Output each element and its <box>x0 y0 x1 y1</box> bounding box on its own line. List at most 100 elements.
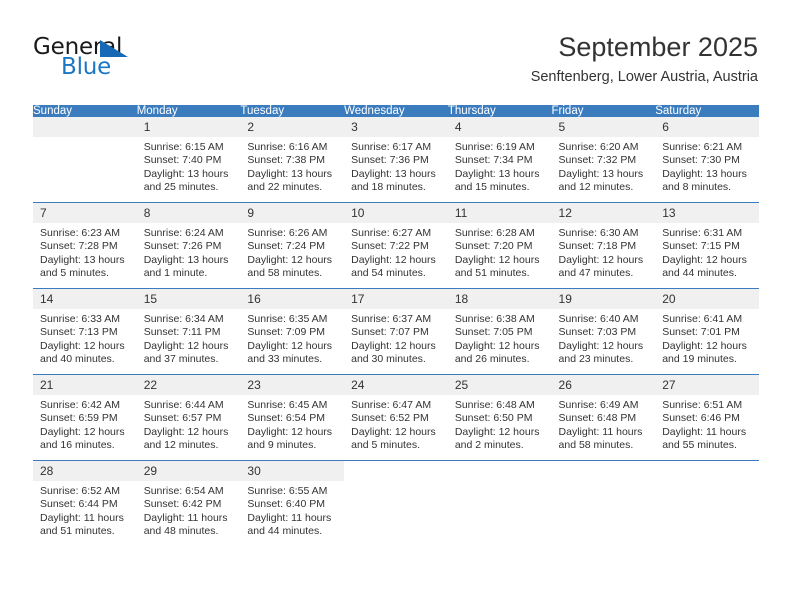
day-cell[interactable]: 16 Sunrise: 6:35 AM Sunset: 7:09 PM Dayl… <box>240 288 345 375</box>
day-cell[interactable]: 3 Sunrise: 6:17 AM Sunset: 7:36 PM Dayli… <box>344 117 448 203</box>
day-cell[interactable]: 2 Sunrise: 6:16 AM Sunset: 7:38 PM Dayli… <box>240 117 345 203</box>
daylight-text-line2: and 12 minutes. <box>558 181 634 194</box>
calendar-week-row: 14 Sunrise: 6:33 AM Sunset: 7:13 PM Dayl… <box>33 288 759 375</box>
day-number: 17 <box>344 289 448 309</box>
sunrise-text: Sunrise: 6:44 AM <box>143 399 224 411</box>
day-cell[interactable]: 4 Sunrise: 6:19 AM Sunset: 7:34 PM Dayli… <box>447 117 552 203</box>
daylight-text-line1: Daylight: 12 hours <box>454 253 540 266</box>
sunrise-text: Sunrise: 6:28 AM <box>454 227 535 239</box>
daylight-text-line1: Daylight: 12 hours <box>143 425 229 438</box>
sunrise-text: Sunrise: 6:33 AM <box>40 313 120 325</box>
sunset-text: Sunset: 6:48 PM <box>558 412 637 425</box>
weekday-header-monday: Monday <box>136 105 241 117</box>
daylight-text-line1: Daylight: 12 hours <box>40 339 125 352</box>
sunset-text: Sunset: 7:38 PM <box>247 154 326 167</box>
sunset-text: Sunset: 7:30 PM <box>662 154 740 167</box>
daylight-text-line2: and 1 minute. <box>143 267 208 280</box>
day-cell[interactable]: 12 Sunrise: 6:30 AM Sunset: 7:18 PM Dayl… <box>551 202 656 289</box>
day-cell[interactable]: 26 Sunrise: 6:49 AM Sunset: 6:48 PM Dayl… <box>551 374 656 461</box>
day-cell[interactable]: 20 Sunrise: 6:41 AM Sunset: 7:01 PM Dayl… <box>655 288 759 375</box>
daylight-text-line1: Daylight: 11 hours <box>247 511 332 524</box>
sunrise-sunset-calendar: Sunday Monday Tuesday Wednesday Thursday… <box>33 105 759 546</box>
day-details: Sunrise: 6:48 AM Sunset: 6:50 PM Dayligh… <box>448 395 552 453</box>
day-cell[interactable]: 21 Sunrise: 6:42 AM Sunset: 6:59 PM Dayl… <box>33 374 137 461</box>
day-number: 12 <box>551 203 656 223</box>
daylight-text-line1: Daylight: 13 hours <box>143 167 229 180</box>
day-number: 8 <box>136 203 241 223</box>
day-number: 21 <box>33 375 137 395</box>
daylight-text-line2: and 23 minutes. <box>558 353 634 366</box>
day-cell[interactable] <box>551 460 656 546</box>
day-cell[interactable]: 5 Sunrise: 6:20 AM Sunset: 7:32 PM Dayli… <box>551 117 656 203</box>
daylight-text-line1: Daylight: 11 hours <box>558 425 643 438</box>
day-cell[interactable]: 14 Sunrise: 6:33 AM Sunset: 7:13 PM Dayl… <box>33 288 137 375</box>
page-header: General Blue September 2025 Senftenberg,… <box>0 0 792 100</box>
day-number: 27 <box>655 375 759 395</box>
weekday-header-sunday: Sunday <box>33 105 137 117</box>
day-cell[interactable]: 8 Sunrise: 6:24 AM Sunset: 7:26 PM Dayli… <box>136 202 241 289</box>
day-cell[interactable]: 27 Sunrise: 6:51 AM Sunset: 6:46 PM Dayl… <box>655 374 759 461</box>
day-cell[interactable] <box>344 460 448 546</box>
day-number: 30 <box>240 461 345 481</box>
day-cell[interactable]: 29 Sunrise: 6:54 AM Sunset: 6:42 PM Dayl… <box>136 460 241 546</box>
day-cell[interactable]: 23 Sunrise: 6:45 AM Sunset: 6:54 PM Dayl… <box>240 374 345 461</box>
day-cell[interactable] <box>655 460 759 546</box>
daylight-text-line1: Daylight: 12 hours <box>558 339 644 352</box>
day-cell[interactable] <box>447 460 552 546</box>
day-cell[interactable]: 30 Sunrise: 6:55 AM Sunset: 6:40 PM Dayl… <box>240 460 345 546</box>
day-cell[interactable]: 15 Sunrise: 6:34 AM Sunset: 7:11 PM Dayl… <box>136 288 241 375</box>
daylight-text-line1: Daylight: 13 hours <box>662 167 747 180</box>
sunset-text: Sunset: 7:32 PM <box>558 154 637 167</box>
daylight-text-line1: Daylight: 12 hours <box>40 425 125 438</box>
daylight-text-line2: and 25 minutes. <box>143 181 219 194</box>
day-cell[interactable]: 9 Sunrise: 6:26 AM Sunset: 7:24 PM Dayli… <box>240 202 345 289</box>
day-number: 9 <box>240 203 345 223</box>
day-cell[interactable]: 22 Sunrise: 6:44 AM Sunset: 6:57 PM Dayl… <box>136 374 241 461</box>
general-blue-logo[interactable]: General Blue <box>33 36 173 86</box>
daylight-text-line2: and 22 minutes. <box>247 181 323 194</box>
day-details: Sunrise: 6:16 AM Sunset: 7:38 PM Dayligh… <box>240 137 344 195</box>
day-cell[interactable]: 18 Sunrise: 6:38 AM Sunset: 7:05 PM Dayl… <box>447 288 552 375</box>
daylight-text-line2: and 37 minutes. <box>143 353 219 366</box>
sunrise-text: Sunrise: 6:19 AM <box>454 141 535 153</box>
daylight-text-line1: Daylight: 12 hours <box>143 339 229 352</box>
day-cell[interactable]: 13 Sunrise: 6:31 AM Sunset: 7:15 PM Dayl… <box>655 202 759 289</box>
sunset-text: Sunset: 6:59 PM <box>40 412 118 425</box>
day-number: 7 <box>33 203 137 223</box>
sunrise-text: Sunrise: 6:15 AM <box>143 141 224 153</box>
sunset-text: Sunset: 7:26 PM <box>143 240 222 253</box>
sunset-text: Sunset: 7:28 PM <box>40 240 118 253</box>
day-cell[interactable]: 25 Sunrise: 6:48 AM Sunset: 6:50 PM Dayl… <box>447 374 552 461</box>
day-cell[interactable]: 19 Sunrise: 6:40 AM Sunset: 7:03 PM Dayl… <box>551 288 656 375</box>
day-number: 1 <box>136 117 241 137</box>
weekday-header-thursday: Thursday <box>447 105 552 117</box>
page-title: September 2025 <box>558 32 758 62</box>
daylight-text-line1: Daylight: 12 hours <box>558 253 644 266</box>
daylight-text-line2: and 15 minutes. <box>454 181 530 194</box>
sunrise-text: Sunrise: 6:37 AM <box>351 313 432 325</box>
sunrise-text: Sunrise: 6:55 AM <box>247 485 328 497</box>
sunset-text: Sunset: 7:22 PM <box>351 240 429 253</box>
day-cell[interactable]: 1 Sunrise: 6:15 AM Sunset: 7:40 PM Dayli… <box>136 117 241 203</box>
day-number: 19 <box>551 289 656 309</box>
weekday-header-wednesday: Wednesday <box>344 105 448 117</box>
daylight-text-line2: and 26 minutes. <box>454 353 530 366</box>
weekday-header-saturday: Saturday <box>655 105 759 117</box>
day-cell[interactable]: 6 Sunrise: 6:21 AM Sunset: 7:30 PM Dayli… <box>655 117 759 203</box>
day-cell[interactable]: 17 Sunrise: 6:37 AM Sunset: 7:07 PM Dayl… <box>344 288 448 375</box>
calendar-week-row: 21 Sunrise: 6:42 AM Sunset: 6:59 PM Dayl… <box>33 374 759 461</box>
day-cell[interactable]: 24 Sunrise: 6:47 AM Sunset: 6:52 PM Dayl… <box>344 374 448 461</box>
day-number: 4 <box>447 117 552 137</box>
daylight-text-line2: and 2 minutes. <box>454 439 524 452</box>
daylight-text-line1: Daylight: 12 hours <box>662 339 747 352</box>
day-cell[interactable]: 11 Sunrise: 6:28 AM Sunset: 7:20 PM Dayl… <box>447 202 552 289</box>
sunset-text: Sunset: 7:15 PM <box>662 240 740 253</box>
day-cell[interactable] <box>33 117 137 203</box>
calendar-week-row: 7 Sunrise: 6:23 AM Sunset: 7:28 PM Dayli… <box>33 202 759 289</box>
day-cell[interactable]: 7 Sunrise: 6:23 AM Sunset: 7:28 PM Dayli… <box>33 202 137 289</box>
day-details: Sunrise: 6:38 AM Sunset: 7:05 PM Dayligh… <box>448 309 552 367</box>
day-cell[interactable]: 10 Sunrise: 6:27 AM Sunset: 7:22 PM Dayl… <box>344 202 448 289</box>
sunset-text: Sunset: 7:20 PM <box>454 240 533 253</box>
day-cell[interactable]: 28 Sunrise: 6:52 AM Sunset: 6:44 PM Dayl… <box>33 460 137 546</box>
day-number <box>447 461 552 481</box>
